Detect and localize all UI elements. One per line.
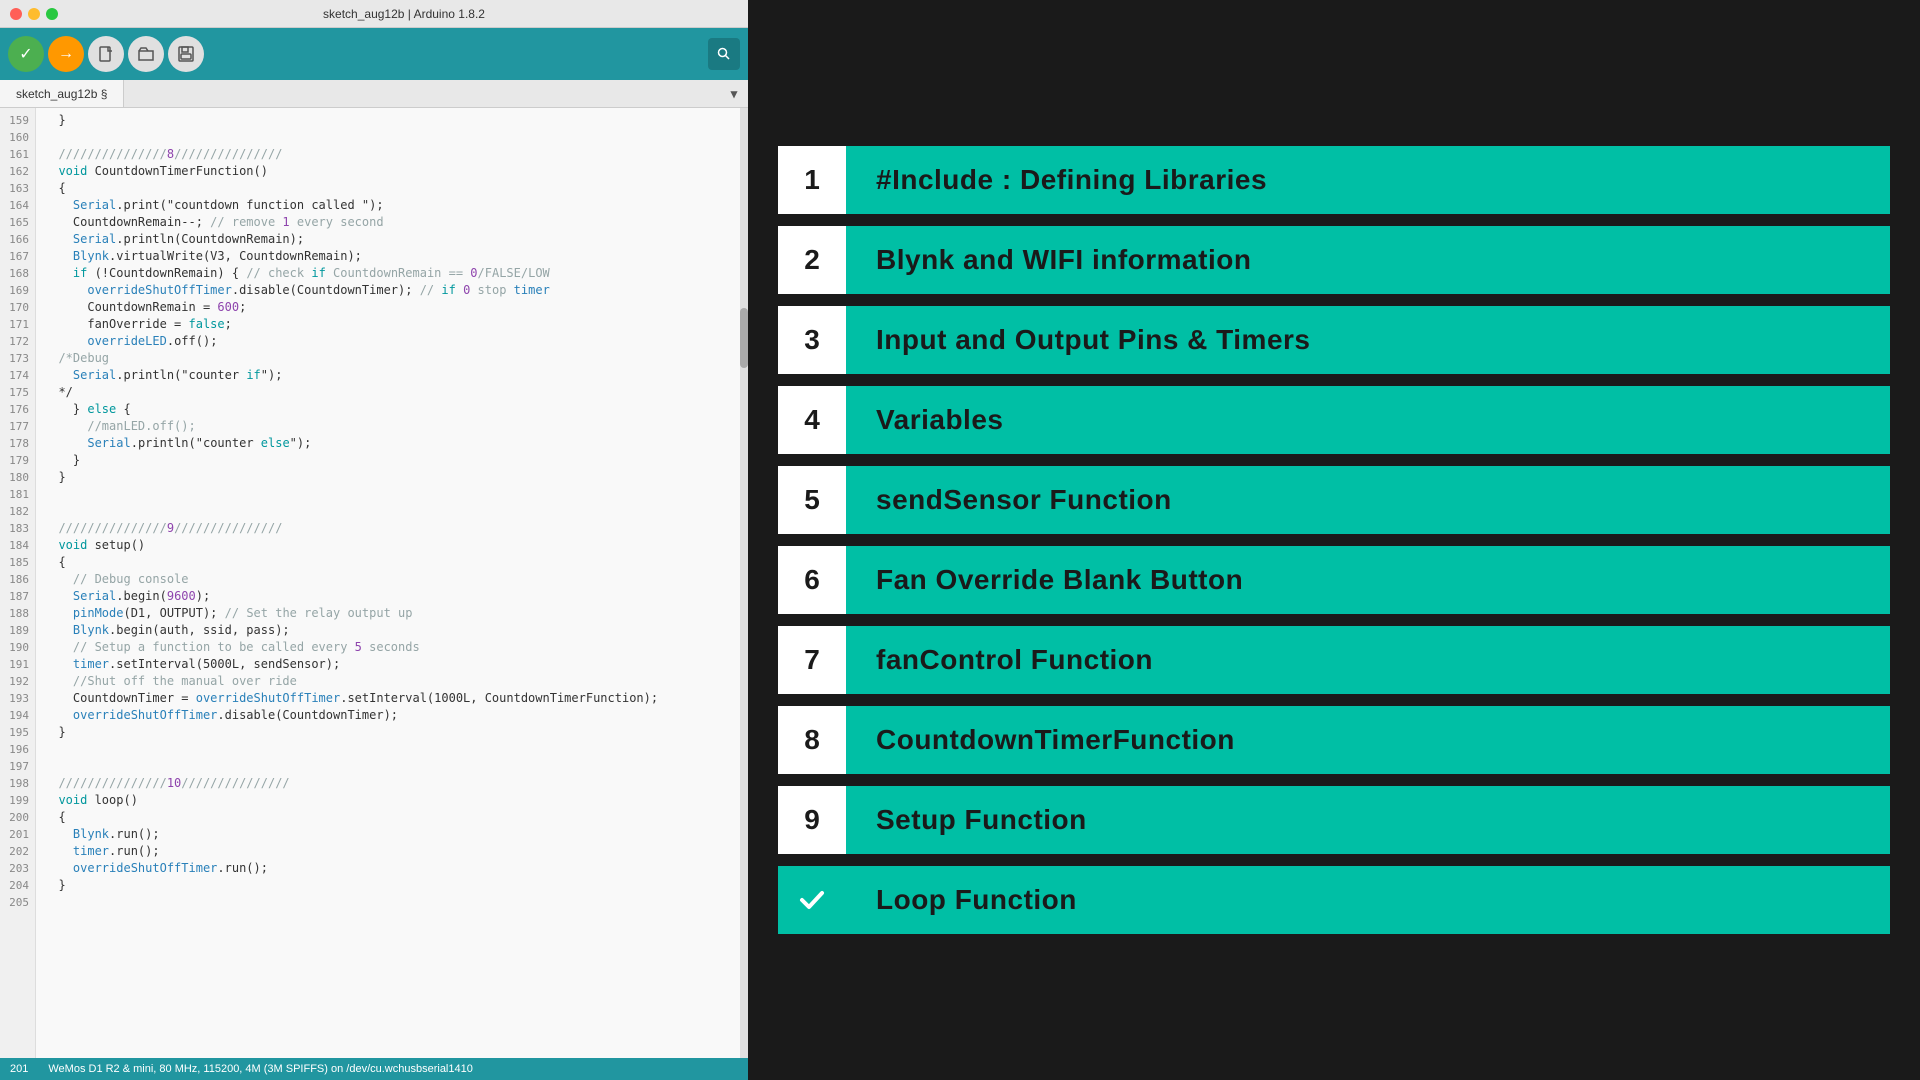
line-numbers: 1591601611621631641651661671681691701711… — [0, 108, 36, 1058]
close-button[interactable] — [10, 8, 22, 20]
active-tab[interactable]: sketch_aug12b § — [0, 80, 124, 107]
nav-label-3: Input and Output Pins & Timers — [846, 306, 1890, 374]
nav-label-9: Setup Function — [846, 786, 1890, 854]
nav-item-1[interactable]: 1#Include : Defining Libraries — [778, 146, 1890, 214]
board-info: WeMos D1 R2 & mini, 80 MHz, 115200, 4M (… — [48, 1063, 473, 1075]
nav-number-1: 1 — [778, 146, 846, 214]
nav-item-5[interactable]: 5sendSensor Function — [778, 466, 1890, 534]
status-bar: 201 WeMos D1 R2 & mini, 80 MHz, 115200, … — [0, 1058, 748, 1080]
open-button[interactable] — [128, 36, 164, 72]
nav-number-4: 4 — [778, 386, 846, 454]
search-icon[interactable] — [708, 38, 740, 70]
ide-panel: sketch_aug12b | Arduino 1.8.2 ✓ → sketch… — [0, 0, 748, 1080]
maximize-button[interactable] — [46, 8, 58, 20]
minimize-button[interactable] — [28, 8, 40, 20]
dropdown-icon: ▼ — [730, 87, 737, 101]
verify-button[interactable]: ✓ — [8, 36, 44, 72]
nav-label-2: Blynk and WIFI information — [846, 226, 1890, 294]
code-content[interactable]: } ///////////////8/////////////// void C… — [36, 108, 740, 1058]
window-buttons — [10, 8, 58, 20]
nav-item-8[interactable]: 8CountdownTimerFunction — [778, 706, 1890, 774]
window-title: sketch_aug12b | Arduino 1.8.2 — [70, 7, 738, 21]
code-editor[interactable]: 1591601611621631641651661671681691701711… — [0, 108, 748, 1058]
upload-button[interactable]: → — [48, 36, 84, 72]
nav-number-7: 7 — [778, 626, 846, 694]
toolbar: ✓ → — [0, 28, 748, 80]
nav-number-5: 5 — [778, 466, 846, 534]
nav-item-3[interactable]: 3Input and Output Pins & Timers — [778, 306, 1890, 374]
nav-number-2: 2 — [778, 226, 846, 294]
tab-label: sketch_aug12b § — [16, 87, 107, 101]
scrollbar-thumb[interactable] — [740, 308, 748, 368]
nav-label-4: Variables — [846, 386, 1890, 454]
new-button[interactable] — [88, 36, 124, 72]
nav-number-10 — [778, 866, 846, 934]
nav-label-6: Fan Override Blank Button — [846, 546, 1890, 614]
nav-label-7: fanControl Function — [846, 626, 1890, 694]
nav-number-3: 3 — [778, 306, 846, 374]
nav-label-8: CountdownTimerFunction — [846, 706, 1890, 774]
tab-dropdown[interactable]: ▼ — [720, 80, 748, 107]
nav-label-5: sendSensor Function — [846, 466, 1890, 534]
nav-item-4[interactable]: 4Variables — [778, 386, 1890, 454]
nav-number-6: 6 — [778, 546, 846, 614]
save-button[interactable] — [168, 36, 204, 72]
nav-label-1: #Include : Defining Libraries — [846, 146, 1890, 214]
nav-number-8: 8 — [778, 706, 846, 774]
nav-panel: 1#Include : Defining Libraries2Blynk and… — [748, 0, 1920, 1080]
title-bar: sketch_aug12b | Arduino 1.8.2 — [0, 0, 748, 28]
scrollbar[interactable] — [740, 108, 748, 1058]
nav-item-7[interactable]: 7fanControl Function — [778, 626, 1890, 694]
nav-item-10[interactable]: Loop Function — [778, 866, 1890, 934]
line-number: 201 — [10, 1063, 28, 1075]
nav-item-9[interactable]: 9Setup Function — [778, 786, 1890, 854]
nav-item-2[interactable]: 2Blynk and WIFI information — [778, 226, 1890, 294]
tab-bar: sketch_aug12b § ▼ — [0, 80, 748, 108]
nav-item-6[interactable]: 6Fan Override Blank Button — [778, 546, 1890, 614]
nav-label-10: Loop Function — [846, 866, 1890, 934]
nav-number-9: 9 — [778, 786, 846, 854]
